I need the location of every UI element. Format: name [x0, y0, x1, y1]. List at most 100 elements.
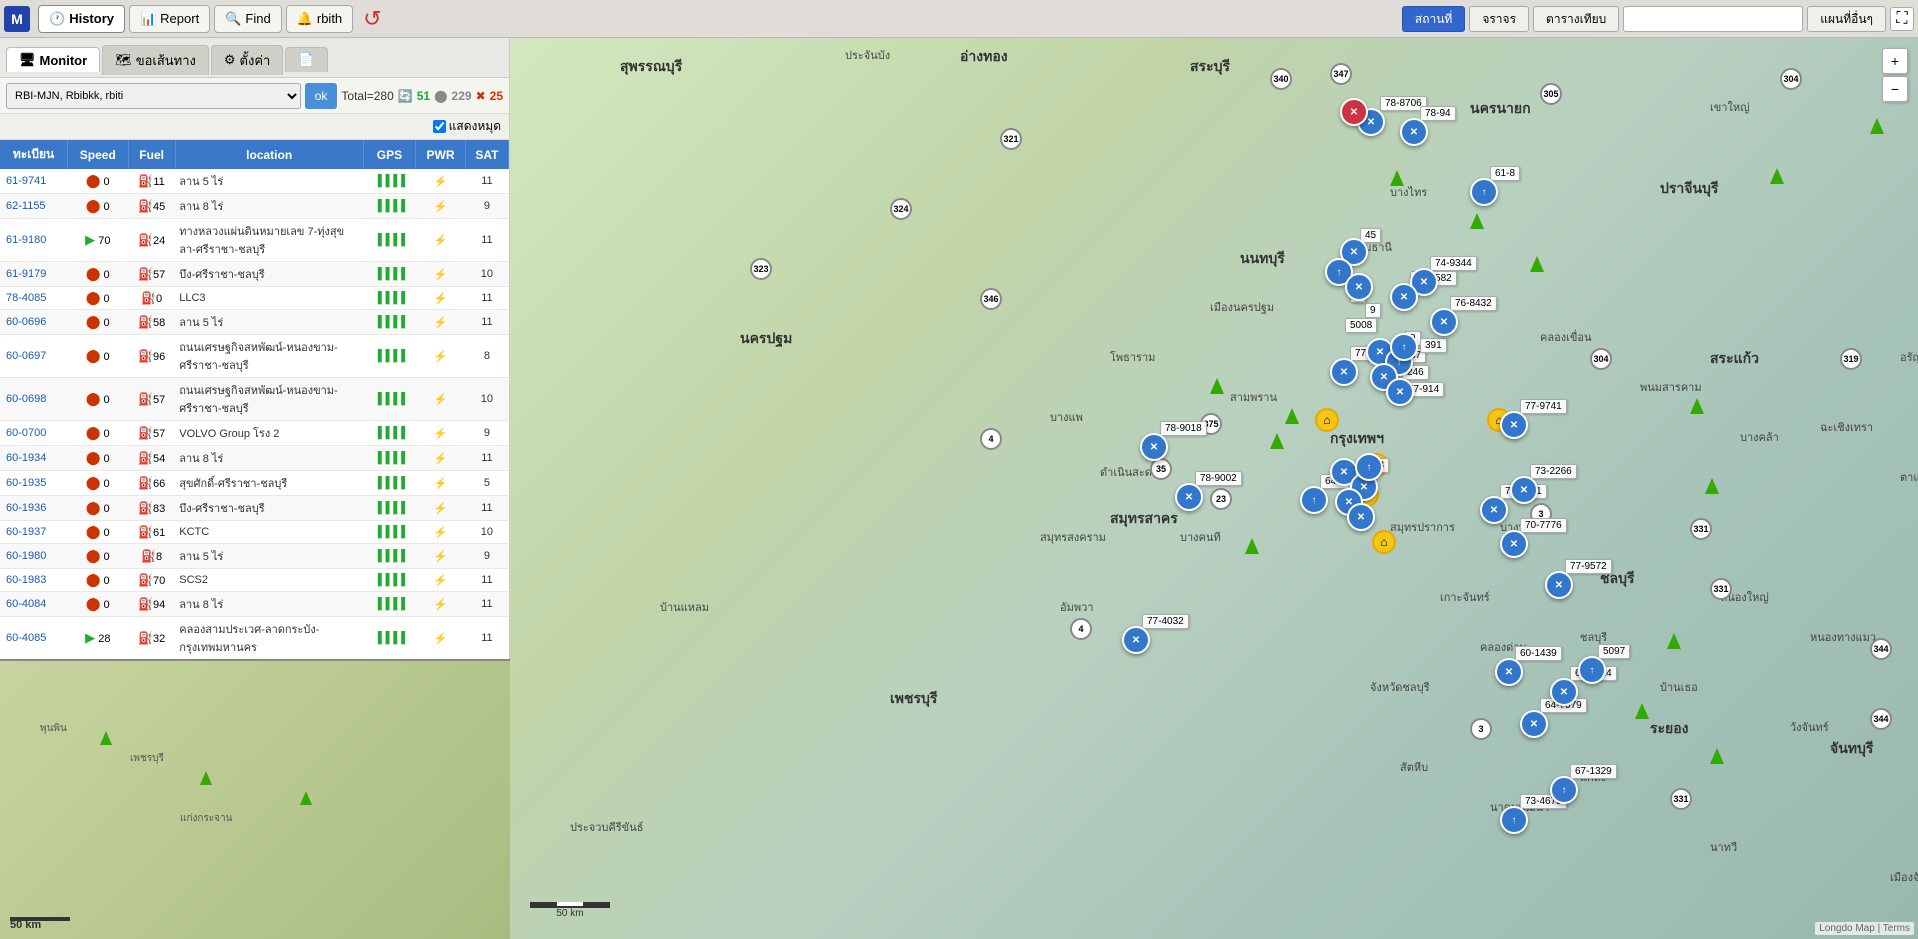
refresh-icon[interactable]: ↺ [363, 6, 381, 32]
marker-61-8[interactable]: ↑ [1470, 178, 1498, 206]
report-button[interactable]: 📊 Report [129, 5, 210, 33]
marker-77-9572[interactable]: ✕ [1545, 571, 1573, 599]
marker-77-9741[interactable]: ✕ [1500, 411, 1528, 439]
nav-other-button[interactable]: แผนที่อื่นๆ [1807, 6, 1886, 32]
tab-doc[interactable]: 📄 [285, 47, 327, 72]
cell-plate[interactable]: 60-1936 [0, 496, 68, 521]
nav-route-button[interactable]: จราจร [1469, 6, 1529, 32]
marker-73-2266[interactable]: ✕ [1510, 476, 1538, 504]
label-76-8432[interactable]: 76-8432 [1450, 296, 1497, 311]
cell-plate[interactable]: 60-0698 [0, 378, 68, 421]
marker-70-7776[interactable]: ✕ [1500, 530, 1528, 558]
marker-64-1191[interactable]: ↑ [1300, 486, 1328, 514]
table-row[interactable]: 60-1983 ⬤ 0 ⛽70 SCS2 ▐▐▐▐ ⚡ 11 [0, 569, 509, 592]
zoom-in-button[interactable]: + [1882, 48, 1908, 74]
table-row[interactable]: 62-1155 ⬤ 0 ⛽45 ลาน 8 ไร่ ▐▐▐▐ ⚡ 9 [0, 194, 509, 219]
table-row[interactable]: 60-1934 ⬤ 0 ⛽54 ลาน 8 ไร่ ▐▐▐▐ ⚡ 11 [0, 446, 509, 471]
table-row[interactable]: 78-4085 ⬤ 0 ⛽0 LLC3 ▐▐▐▐ ⚡ 11 [0, 287, 509, 310]
label-78-9018[interactable]: 78-9018 [1160, 421, 1207, 436]
marker-76-8432[interactable]: ✕ [1430, 308, 1458, 336]
marker-77-9197[interactable]: ✕ [1330, 358, 1358, 386]
table-row[interactable]: 60-1936 ⬤ 0 ⛽83 บึง-ศรีราชา-ชลบุรี ▐▐▐▐ … [0, 496, 509, 521]
label-cluster4[interactable]: 5008 [1345, 318, 1377, 333]
table-row[interactable]: 60-0700 ⬤ 0 ⛽57 VOLVO Group โรง 2 ▐▐▐▐ ⚡… [0, 421, 509, 446]
cell-plate[interactable]: 60-1980 [0, 544, 68, 569]
label-61-8[interactable]: 61-8 [1490, 166, 1520, 181]
table-row[interactable]: 60-1935 ⬤ 0 ⛽66 สุขศักดิ์-ศรีราชา-ชลบุรี… [0, 471, 509, 496]
label-73-2266[interactable]: 73-2266 [1530, 464, 1577, 479]
marker-77-4032[interactable]: ✕ [1122, 626, 1150, 654]
cell-plate[interactable]: 62-1155 [0, 194, 68, 219]
history-button[interactable]: 🕐 History [38, 5, 125, 33]
marker-x1[interactable]: ✕ [1340, 98, 1368, 126]
cell-plate[interactable]: 60-4084 [0, 592, 68, 617]
marker-bkk5[interactable]: ↑ [1390, 333, 1418, 361]
table-row[interactable]: 60-4084 ⬤ 0 ⛽94 ลาน 8 ไร่ ▐▐▐▐ ⚡ 11 [0, 592, 509, 617]
vehicle-group-select[interactable]: RBI-MJN, Rbibkk, rbiti [6, 83, 301, 109]
label-cluster3[interactable]: 9 [1365, 303, 1381, 318]
cell-plate[interactable]: 78-4085 [0, 287, 68, 310]
label-bkk6[interactable]: 391 [1420, 338, 1447, 353]
map-search-input[interactable] [1623, 6, 1803, 32]
label-5097[interactable]: 5097 [1598, 644, 1630, 659]
marker-bkk4[interactable]: ✕ [1386, 378, 1414, 406]
marker-64-7079[interactable]: ✕ [1520, 710, 1548, 738]
table-row[interactable]: 60-1980 ⬤ 0 ⛽8 ลาน 5 ไร่ ▐▐▐▐ ⚡ 9 [0, 544, 509, 569]
cell-plate[interactable]: 60-0697 [0, 335, 68, 378]
marker-71-6021[interactable]: ✕ [1480, 496, 1508, 524]
filter-ok-button[interactable]: ok [305, 83, 338, 109]
marker-77-7582[interactable]: ✕ [1390, 283, 1418, 311]
nav-compare-button[interactable]: ตารางเทียบ [1533, 6, 1619, 32]
cell-plate[interactable]: 60-0696 [0, 310, 68, 335]
cell-plate[interactable]: 60-0700 [0, 421, 68, 446]
label-74-9344[interactable]: 74-9344 [1430, 256, 1477, 271]
home-marker-4[interactable]: ⌂ [1372, 530, 1396, 554]
table-row[interactable]: 61-9180 ▶ 70 ⛽24 ทางหลวงแผ่นดินหมายเลข 7… [0, 219, 509, 262]
cell-plate[interactable]: 61-9179 [0, 262, 68, 287]
tab-settings[interactable]: ⚙ ตั้งค่า [211, 45, 283, 75]
table-row[interactable]: 61-9741 ⬤ 0 ⛽11 ลาน 5 ไร่ ▐▐▐▐ ⚡ 11 [0, 169, 509, 194]
table-row[interactable]: 60-0697 ⬤ 0 ⛽96 ถนนเศรษฐกิจสหพัฒน์-หนองข… [0, 335, 509, 378]
marker-78-9018[interactable]: ✕ [1140, 433, 1168, 461]
label-77-4032[interactable]: 77-4032 [1142, 614, 1189, 629]
table-row[interactable]: 60-4085 ▶ 28 ⛽32 คลองสามประเวศ-ลาดกระบัง… [0, 617, 509, 660]
label-67-1329[interactable]: 67-1329 [1570, 764, 1617, 779]
table-row[interactable]: 60-1937 ⬤ 0 ⛽61 KCTC ▐▐▐▐ ⚡ 10 [0, 521, 509, 544]
marker-67-1329[interactable]: ↑ [1550, 776, 1578, 804]
find-button[interactable]: 🔍 Find [214, 5, 281, 33]
marker-73-4673[interactable]: ↑ [1500, 806, 1528, 834]
label-70-7776[interactable]: 70-7776 [1520, 518, 1567, 533]
show-pins-checkbox[interactable] [433, 120, 446, 133]
label-60-1439[interactable]: 60-1439 [1515, 646, 1562, 661]
tab-route[interactable]: 🗺 ขอเส้นทาง [102, 45, 209, 75]
marker-s5[interactable]: ✕ [1347, 503, 1375, 531]
table-row[interactable]: 60-0698 ⬤ 0 ⛽57 ถนนเศรษฐกิจสหพัฒน์-หนองข… [0, 378, 509, 421]
tab-monitor[interactable]: 🖥 Monitor [6, 47, 100, 72]
marker-cluster3[interactable]: ✕ [1345, 273, 1373, 301]
cell-plate[interactable]: 60-4085 [0, 617, 68, 660]
marker-60-5314[interactable]: ✕ [1550, 678, 1578, 706]
marker-5097[interactable]: ↑ [1578, 656, 1606, 684]
label-78-9002[interactable]: 78-9002 [1195, 471, 1242, 486]
user-button[interactable]: 🔔 rbith [286, 5, 353, 33]
cell-plate[interactable]: 60-1937 [0, 521, 68, 544]
nav-station-button[interactable]: สถานที่ [1402, 6, 1465, 32]
map-area[interactable]: สุพรรณบุรี ประจันบัง อ่างทอง สระบุรี สระ… [510, 38, 1918, 939]
label-77-9572[interactable]: 77-9572 [1565, 559, 1612, 574]
cell-plate[interactable]: 60-1934 [0, 446, 68, 471]
cell-plate[interactable]: 61-9741 [0, 169, 68, 194]
table-row[interactable]: 61-9179 ⬤ 0 ⛽57 บึง-ศรีราชา-ชลบุรี ▐▐▐▐ … [0, 262, 509, 287]
marker-78-9002[interactable]: ✕ [1175, 483, 1203, 511]
label-77-9741[interactable]: 77-9741 [1520, 399, 1567, 414]
expand-map-button[interactable]: ⛶ [1890, 7, 1914, 31]
marker-s4[interactable]: ↑ [1355, 453, 1383, 481]
label-78-94[interactable]: 78-94 [1420, 106, 1456, 121]
cell-plate[interactable]: 60-1935 [0, 471, 68, 496]
marker-60-1439[interactable]: ✕ [1495, 658, 1523, 686]
table-row[interactable]: 60-0696 ⬤ 0 ⛽58 ลาน 5 ไร่ ▐▐▐▐ ⚡ 11 [0, 310, 509, 335]
marker-78-94[interactable]: ✕ [1400, 118, 1428, 146]
home-marker-1[interactable]: ⌂ [1315, 408, 1339, 432]
cell-plate[interactable]: 61-9180 [0, 219, 68, 262]
show-pins-label[interactable]: แสดงหมุด [433, 117, 501, 136]
cell-plate[interactable]: 60-1983 [0, 569, 68, 592]
